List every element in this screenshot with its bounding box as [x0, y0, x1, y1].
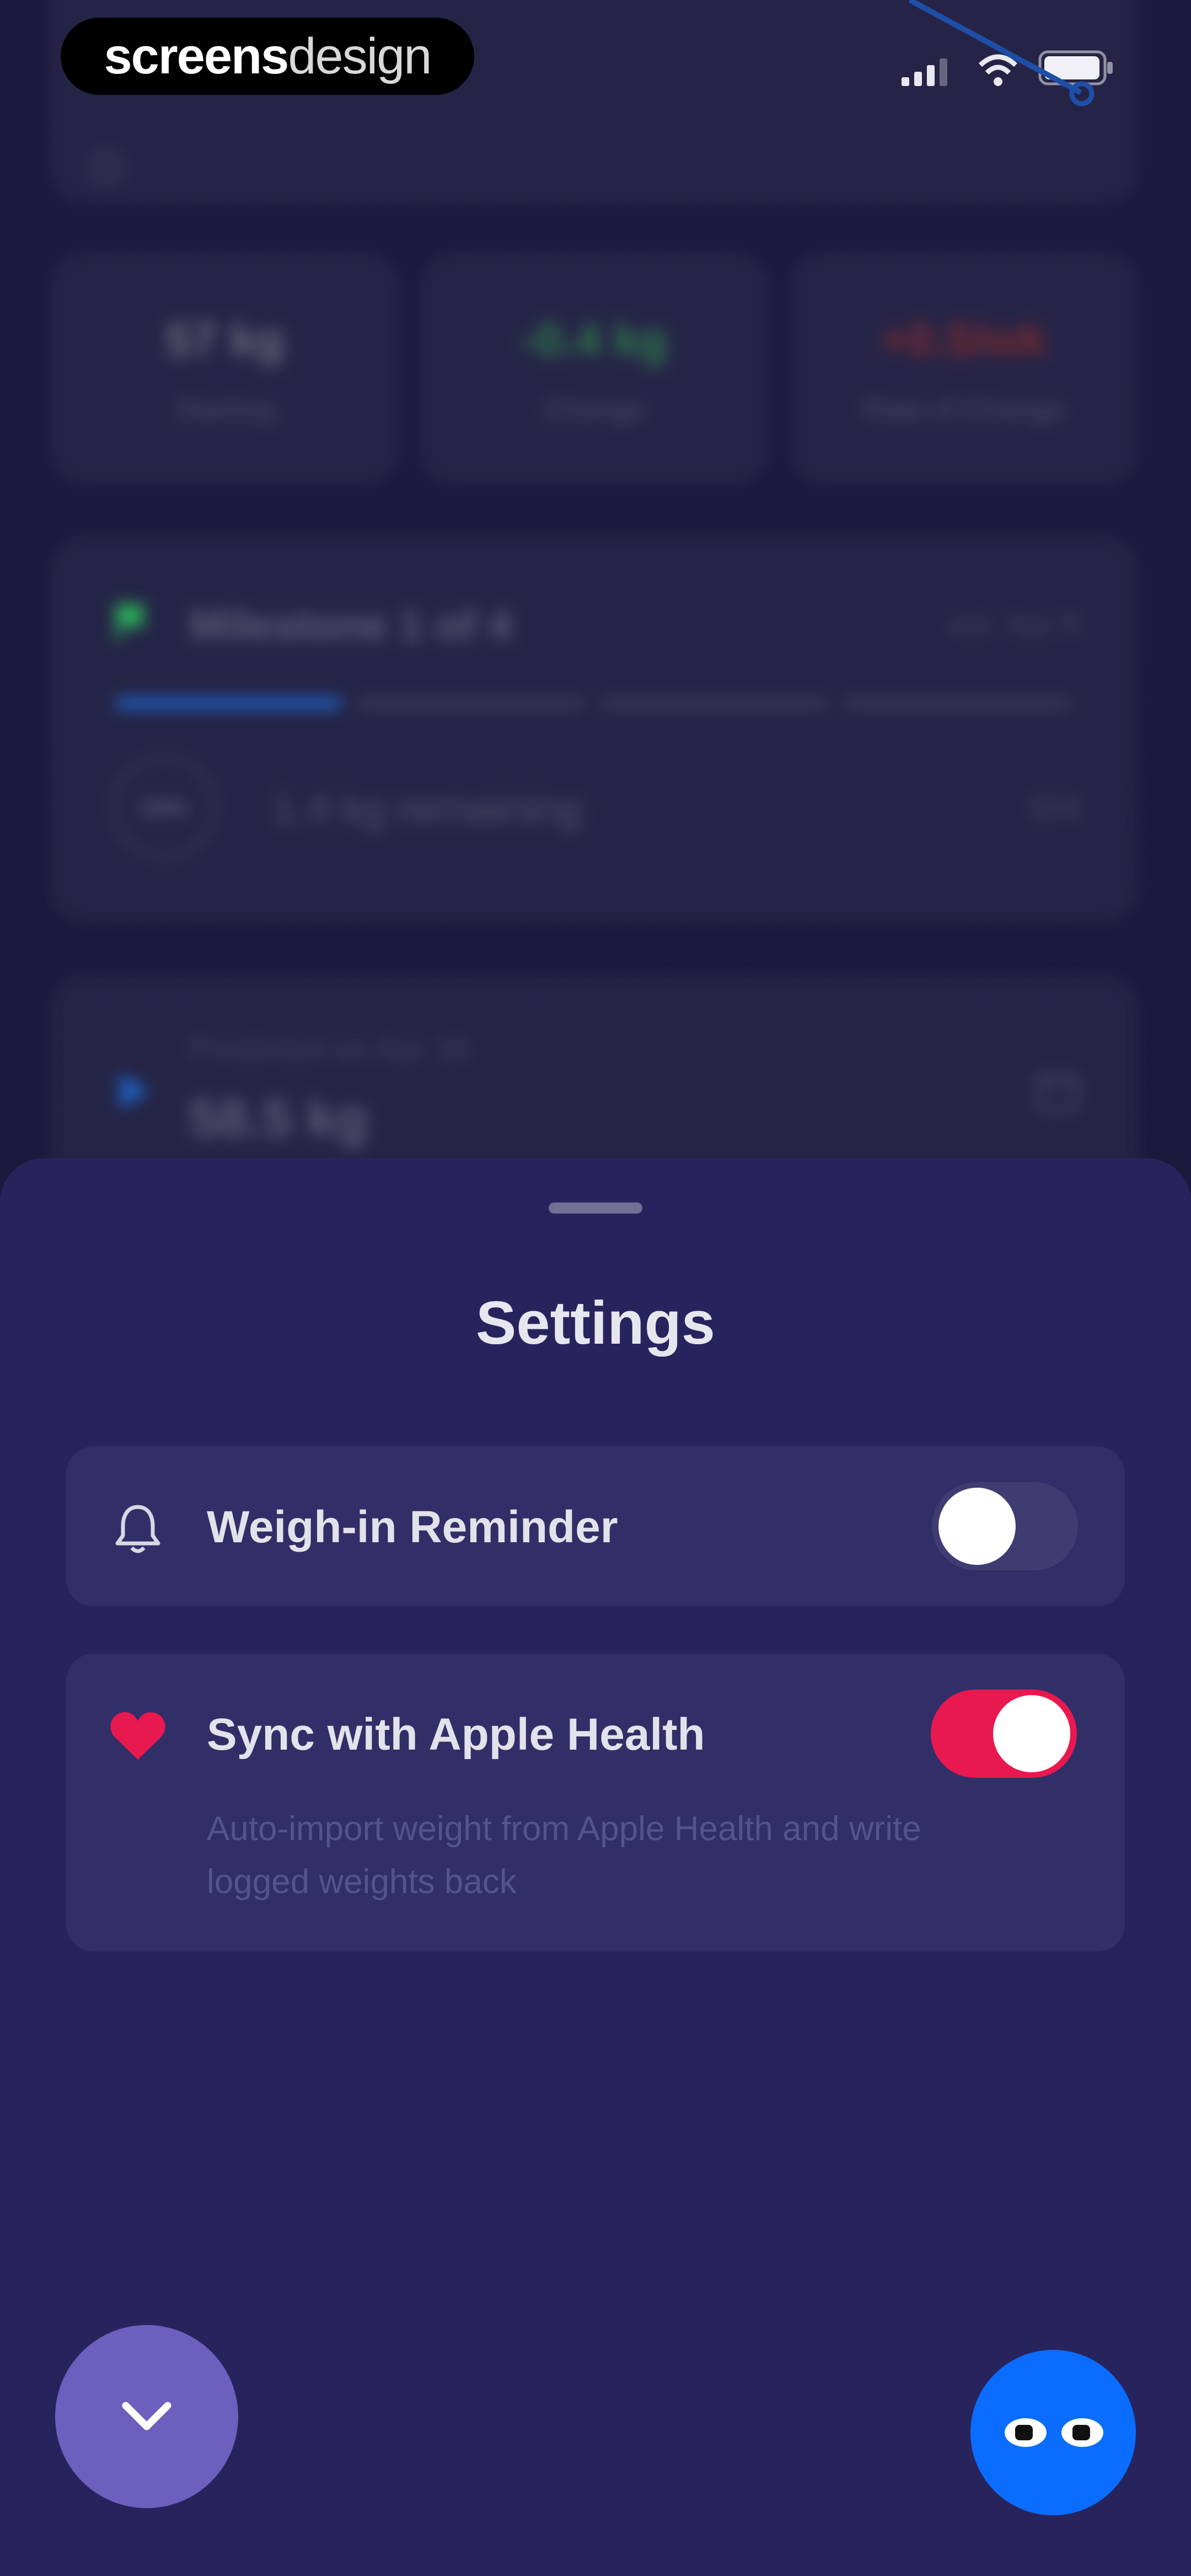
weigh-in-reminder-row[interactable]: Weigh-in Reminder	[66, 1446, 1125, 1606]
flag-icon	[116, 603, 146, 641]
sheet-drag-handle[interactable]	[549, 1203, 642, 1214]
calendar-icon	[1036, 1073, 1079, 1113]
bell-icon	[115, 1505, 160, 1553]
prediction-value: 58.5 kg	[189, 1089, 369, 1148]
toggle-knob	[938, 1488, 1016, 1565]
milestone-remaining: 1.4 kg remaining	[272, 785, 582, 832]
sheet-title: Settings	[476, 1289, 715, 1357]
milestone-ring: 23%	[112, 755, 217, 859]
blurred-dashboard: 57 kg Starting -0.4 kg Change +0.5/wk Ra…	[0, 0, 1191, 1211]
stat-value: 57 kg	[165, 314, 285, 366]
stat-value: -0.4 kg	[521, 314, 668, 366]
milestone-title: Milestone 1 of 4	[189, 601, 512, 649]
description-line: Auto-import weight from Apple Health and…	[207, 1810, 921, 1848]
heart-icon	[110, 1712, 165, 1760]
stat-label: Rate of Change	[863, 394, 1065, 426]
stat-card-change: -0.4 kg Change	[422, 254, 767, 483]
chevron-down-icon	[122, 2402, 171, 2430]
screensdesign-logo: screens design	[61, 18, 474, 95]
logo-light-text: design	[288, 28, 432, 84]
milestone-segment-3	[601, 698, 827, 709]
milestone-percent: 23%	[140, 794, 189, 821]
milestone-segment-2	[358, 698, 584, 709]
collapse-button[interactable]	[55, 2325, 238, 2508]
milestone-segment-4	[844, 698, 1070, 709]
weigh-in-reminder-label: Weigh-in Reminder	[207, 1502, 618, 1552]
prediction-caption: Predicted on Apr 16	[189, 1031, 470, 1067]
eyes-icon	[1005, 2418, 1103, 2447]
apple-health-sync-label: Sync with Apple Health	[207, 1709, 705, 1760]
annotation-line	[908, 0, 1095, 106]
weigh-in-reminder-toggle[interactable]	[932, 1482, 1078, 1570]
milestone-segment-1	[116, 698, 342, 709]
stat-label: Change	[544, 394, 645, 426]
apple-health-sync-description: Auto-import weight from Apple Health and…	[207, 1803, 921, 1909]
stat-label: Starting	[175, 394, 275, 426]
apple-health-sync-row: Sync with Apple Health Auto-import weigh…	[66, 1654, 1125, 1952]
stat-value: +0.5/wk	[881, 314, 1047, 366]
stat-card-starting: 57 kg Starting	[52, 254, 398, 483]
milestone-est: est. Apr 8	[949, 606, 1080, 641]
assistant-button[interactable]	[970, 2350, 1136, 2515]
stat-card-rate: +0.5/wk Rate of Change	[791, 254, 1136, 483]
gear-icon	[91, 152, 122, 183]
apple-health-sync-toggle[interactable]	[931, 1690, 1077, 1778]
play-icon	[120, 1073, 149, 1109]
milestone-count: 0/4	[1031, 788, 1080, 828]
logo-bold-text: screens	[104, 28, 289, 84]
toggle-knob	[993, 1695, 1070, 1772]
description-line: logged weights back	[207, 1863, 517, 1901]
milestone-card: Milestone 1 of 4 est. Apr 8 23% 1.4 kg r…	[52, 538, 1136, 922]
